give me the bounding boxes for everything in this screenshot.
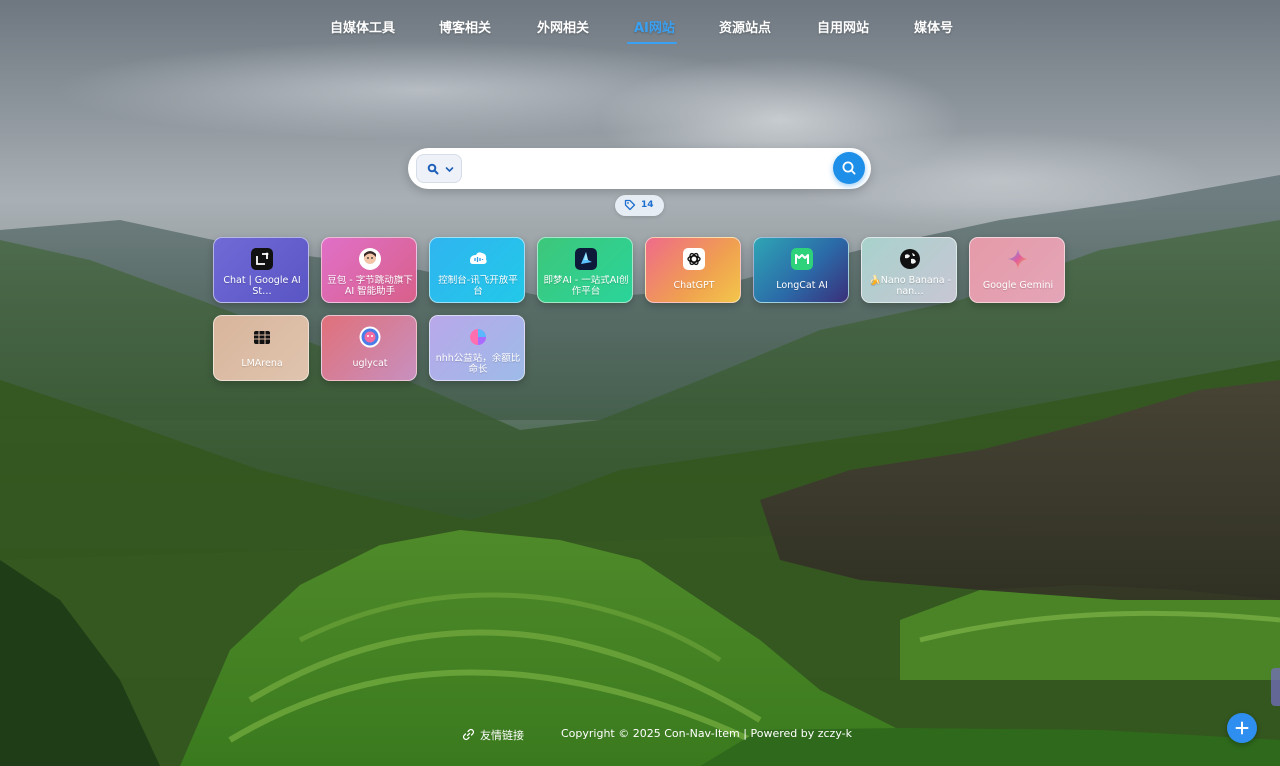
card-title: ChatGPT <box>673 280 715 292</box>
site-card-nhh[interactable]: nhh公益站，余额比命长 <box>429 315 525 381</box>
card-title: LongCat AI <box>776 280 828 292</box>
side-panel-tab[interactable] <box>1271 668 1280 706</box>
link-icon <box>463 729 474 740</box>
doubao-icon <box>359 248 381 270</box>
card-title: 豆包 - 字节跳动旗下 AI 智能助手 <box>327 274 413 298</box>
card-title: 控制台-讯飞开放平台 <box>438 274 518 298</box>
search-icon <box>842 161 856 175</box>
tag-filter-button[interactable]: 14 <box>615 195 664 216</box>
chevron-down-icon <box>445 167 454 173</box>
friend-links-label: 友情链接 <box>480 729 524 742</box>
xfyun-icon <box>467 248 489 270</box>
globe-icon <box>899 248 921 270</box>
plus-icon <box>1235 721 1249 735</box>
background-landscape <box>0 175 1280 766</box>
search-bar <box>408 148 871 189</box>
card-title: 🍌Nano Banana - nan… <box>868 274 952 298</box>
nav-item-resources[interactable]: 资源站点 <box>719 17 771 41</box>
footer: 友情链接 Copyright © 2025 Con-Nav-Item | Pow… <box>0 722 1280 746</box>
card-title: Chat | Google AI St… <box>223 274 301 298</box>
jimeng-icon <box>575 248 597 270</box>
nav-item-media-tools[interactable]: 自媒体工具 <box>330 17 395 41</box>
site-card-xfyun[interactable]: 控制台-讯飞开放平台 <box>429 237 525 303</box>
add-button[interactable] <box>1227 713 1257 743</box>
friend-links-link[interactable]: 友情链接 <box>462 727 524 743</box>
google-ai-studio-icon <box>251 248 273 270</box>
openai-icon <box>683 248 705 270</box>
site-card-nano-banana[interactable]: 🍌Nano Banana - nan… <box>861 237 957 303</box>
nav-item-personal[interactable]: 自用网站 <box>817 17 869 41</box>
nav-active-indicator <box>627 42 677 44</box>
site-card-longcat[interactable]: LongCat AI <box>753 237 849 303</box>
site-card-chatgpt[interactable]: ChatGPT <box>645 237 741 303</box>
uglycat-icon <box>359 326 381 348</box>
nav-item-ai-sites[interactable]: AI网站 <box>634 17 675 41</box>
longcat-icon <box>791 248 813 270</box>
nhh-icon <box>467 326 489 348</box>
site-card-doubao[interactable]: 豆包 - 字节跳动旗下 AI 智能助手 <box>321 237 417 303</box>
site-card-jimeng[interactable]: 即梦AI - 一站式AI创作平台 <box>537 237 633 303</box>
search-engine-select[interactable] <box>416 154 462 183</box>
card-title: Google Gemini <box>982 280 1054 292</box>
nav-item-media-accounts[interactable]: 媒体号 <box>914 17 953 41</box>
tag-count: 14 <box>641 200 654 210</box>
copyright-text: Copyright © 2025 Con-Nav-Item | Powered … <box>561 727 852 740</box>
tag-icon <box>624 199 636 211</box>
top-nav: 自媒体工具 博客相关 外网相关 AI网站 资源站点 自用网站 媒体号 <box>0 0 1280 56</box>
site-card-gemini[interactable]: Google Gemini <box>969 237 1065 303</box>
gemini-icon <box>1007 248 1029 270</box>
nav-item-overseas[interactable]: 外网相关 <box>537 17 589 41</box>
card-title: 即梦AI - 一站式AI创作平台 <box>543 274 629 298</box>
nav-item-blog[interactable]: 博客相关 <box>439 17 491 41</box>
lmarena-icon <box>251 326 273 348</box>
search-input[interactable] <box>470 154 830 183</box>
site-card-lmarena[interactable]: LMArena <box>213 315 309 381</box>
search-icon <box>427 163 439 175</box>
search-submit-button[interactable] <box>833 152 865 184</box>
card-title: nhh公益站，余额比命长 <box>435 352 521 376</box>
card-title: uglycat <box>352 358 388 370</box>
site-card-uglycat[interactable]: uglycat <box>321 315 417 381</box>
site-card-google-ai-studio[interactable]: Chat | Google AI St… <box>213 237 309 303</box>
card-title: LMArena <box>241 358 283 370</box>
